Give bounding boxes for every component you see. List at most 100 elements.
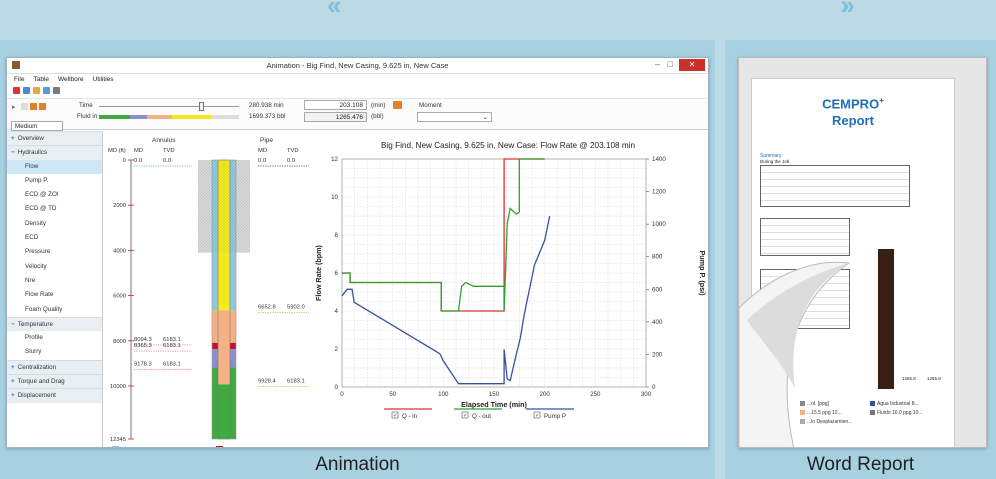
sidebar-label: Foam Quality bbox=[25, 305, 63, 313]
y2-tick-label: 1400 bbox=[652, 156, 666, 163]
x-tick-label: 0 bbox=[340, 391, 344, 398]
x-tick-label: 100 bbox=[438, 391, 449, 398]
y2-tick-label: 400 bbox=[652, 319, 663, 326]
y-tick-label: 10 bbox=[331, 194, 338, 201]
checkmark-icon: ✓ bbox=[463, 413, 468, 419]
chart-legend-item[interactable]: ✓ Pump P bbox=[526, 408, 574, 420]
minimize-button[interactable]: – bbox=[655, 59, 660, 69]
go-icon[interactable] bbox=[393, 101, 402, 109]
chart-icon[interactable] bbox=[43, 87, 50, 94]
sidebar-section-overview[interactable]: + Overview bbox=[7, 131, 102, 146]
menu-wellbore[interactable]: Wellbore bbox=[58, 76, 84, 83]
pipe-fluid bbox=[218, 384, 230, 439]
sidebar-section-displacement[interactable]: + Displacement bbox=[7, 388, 102, 403]
annulus-marker-md: 8365.3 bbox=[134, 343, 152, 349]
md-tick-label: 12345 bbox=[110, 437, 126, 443]
fluid-unit: (bbl) bbox=[371, 113, 384, 120]
expand-icon: + bbox=[11, 135, 15, 142]
time-input[interactable]: 203.108 bbox=[304, 100, 367, 110]
close-button[interactable]: ✕ bbox=[679, 59, 705, 71]
speed-select[interactable]: Medium bbox=[11, 121, 63, 131]
sidebar-item-slurry[interactable]: Slurry bbox=[7, 345, 102, 359]
x-tick-label: 50 bbox=[389, 391, 396, 398]
md-tick-label: 8000 bbox=[113, 339, 126, 345]
sidebar-item-ecd[interactable]: ECD bbox=[7, 231, 102, 245]
sidebar-item-velocity[interactable]: Velocity bbox=[7, 260, 102, 274]
y-tick-label: 8 bbox=[335, 232, 339, 239]
sidebar-label: Pump P. bbox=[25, 176, 49, 184]
md-tick-label: 0 bbox=[123, 158, 126, 164]
time-slider-track[interactable] bbox=[99, 106, 239, 107]
md-tick-label: 10000 bbox=[110, 384, 126, 390]
sidebar-item-pressure[interactable]: Pressure bbox=[7, 245, 102, 259]
stop-icon[interactable] bbox=[39, 103, 46, 110]
sidebar-section-torque-and-drag[interactable]: + Torque and Drag bbox=[7, 374, 102, 389]
expand-icon: + bbox=[11, 363, 15, 371]
sidebar-section-temperature[interactable]: − Temperature bbox=[7, 316, 102, 332]
animation-window: Animation - Big Find, New Casing, 9.625 … bbox=[6, 57, 709, 448]
legend-label: Pump P bbox=[544, 413, 566, 420]
fluid-progress-bar bbox=[99, 115, 239, 119]
expand-icon: + bbox=[11, 378, 15, 386]
sidebar-item-pump-p-[interactable]: Pump P. bbox=[7, 174, 102, 188]
y-tick-label: 4 bbox=[335, 308, 339, 315]
sidebar-item-nre[interactable]: Nre bbox=[7, 274, 102, 288]
y2-tick-label: 600 bbox=[652, 286, 663, 293]
sidebar-label: Slurry bbox=[25, 348, 42, 356]
image-icon[interactable] bbox=[23, 87, 30, 94]
menu-utilities[interactable]: Utilities bbox=[93, 76, 114, 83]
chevron-decoration-left: «‹ bbox=[327, 0, 341, 20]
menu-file[interactable]: File bbox=[14, 76, 24, 83]
sidebar-item-flow[interactable]: Flow bbox=[7, 159, 102, 174]
sidebar-label: Displacement bbox=[17, 392, 56, 400]
annulus-marker-tvd: 0.0 bbox=[163, 158, 171, 164]
checkmark-icon: ✓ bbox=[393, 413, 398, 419]
moment-label: Moment bbox=[419, 102, 442, 109]
y-tick-label: 6 bbox=[335, 270, 339, 277]
wellbore-diagram: Annulus Pipe MD (ft) MD TVD MD TVD 0 2000 4000 600… bbox=[108, 137, 309, 447]
sidebar-item-profile[interactable]: Profile bbox=[7, 331, 102, 345]
sidebar-item-flow-rate[interactable]: Flow Rate bbox=[7, 288, 102, 302]
casing-hatch bbox=[198, 160, 250, 253]
time-unit: (min) bbox=[371, 102, 386, 109]
annulus-fluid-left bbox=[212, 342, 218, 350]
menu-table[interactable]: Table bbox=[33, 76, 49, 83]
sidebar-section-centralization[interactable]: + Centralization bbox=[7, 359, 102, 375]
sidebar-item-density[interactable]: Density bbox=[7, 217, 102, 231]
pipe-marker-tvd: 0.0 bbox=[287, 158, 295, 164]
chart-legend-item[interactable]: ✓ Q - in bbox=[384, 408, 432, 420]
table-icon[interactable] bbox=[33, 87, 40, 94]
md-tick-label: 6000 bbox=[113, 294, 126, 300]
maximize-button[interactable]: □ bbox=[668, 59, 673, 69]
sidebar-item-foam-quality[interactable]: Foam Quality bbox=[7, 303, 102, 317]
edit-icon[interactable] bbox=[53, 87, 60, 94]
time-slider-thumb[interactable] bbox=[199, 102, 204, 111]
y2-axis-label: Pump P. (psi) bbox=[698, 251, 707, 297]
sidebar-label: Hydraulics bbox=[17, 149, 48, 157]
pipe-marker-tvd: 6183.1 bbox=[287, 378, 305, 384]
y-tick-label: 12 bbox=[331, 156, 338, 163]
chart-title: Big Find, New Casing, 9.625 in, New Case… bbox=[381, 141, 636, 150]
chevron-decoration-right: ››» bbox=[841, 0, 854, 20]
collapse-icon: − bbox=[11, 149, 15, 157]
fluid-input[interactable]: 1265.476 bbox=[304, 112, 367, 122]
annulus-md-header: MD bbox=[134, 148, 143, 154]
checkmark-icon: ✓ bbox=[535, 413, 540, 419]
sidebar-label: Density bbox=[25, 219, 46, 227]
sidebar-item-ecd-zoi[interactable]: ECD @ ZOI bbox=[7, 188, 102, 202]
step-icon[interactable] bbox=[30, 103, 37, 110]
sidebar-label: Profile bbox=[25, 334, 43, 342]
chart-legend-item[interactable]: ✓ Q - out bbox=[454, 408, 502, 420]
play-icon[interactable]: ▸ bbox=[12, 103, 16, 111]
y2-tick-label: 800 bbox=[652, 254, 663, 261]
pipe-fluid bbox=[218, 310, 230, 385]
sidebar-label: ECD bbox=[25, 234, 39, 242]
pause-icon[interactable] bbox=[21, 103, 28, 110]
pdf-icon[interactable] bbox=[13, 87, 20, 94]
pipe-title: Pipe bbox=[260, 137, 273, 144]
sidebar-item-ecd-td[interactable]: ECD @ TD bbox=[7, 202, 102, 216]
annulus-marker-md: 9178.3 bbox=[134, 361, 152, 367]
moment-select[interactable]: ⌄ bbox=[417, 112, 492, 122]
expand-icon: + bbox=[11, 392, 15, 400]
sidebar-section-hydraulics[interactable]: − Hydraulics bbox=[7, 145, 102, 160]
